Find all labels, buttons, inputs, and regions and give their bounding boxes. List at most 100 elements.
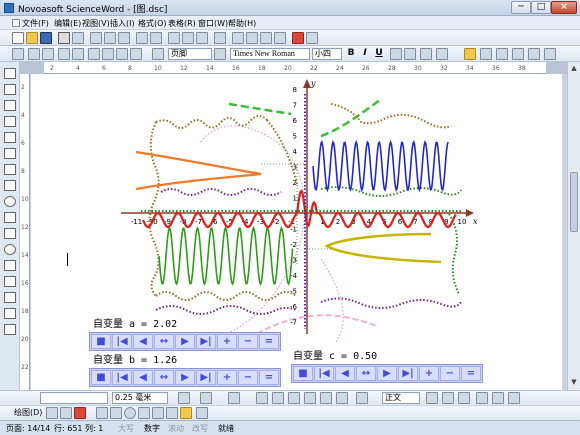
a-bounce-button[interactable]: ↔: [154, 334, 174, 349]
frame-icon[interactable]: [196, 32, 208, 44]
b-increase-button[interactable]: +: [217, 370, 237, 385]
brush-tool-icon[interactable]: [4, 100, 16, 111]
menu-window[interactable]: 窗口(W): [198, 18, 228, 29]
open-folder-icon[interactable]: [26, 32, 38, 44]
border-icon[interactable]: [480, 48, 492, 60]
chart-icon[interactable]: [260, 32, 272, 44]
select-icon[interactable]: [46, 407, 58, 419]
c-bounce-button[interactable]: ↔: [356, 366, 376, 381]
star-tool-icon[interactable]: [4, 292, 16, 303]
outdent-icon[interactable]: [42, 48, 54, 60]
fill-color-icon[interactable]: [180, 407, 192, 419]
circle-draw-icon[interactable]: [124, 407, 136, 419]
page-setup-icon[interactable]: [492, 392, 504, 404]
b-play-button[interactable]: ▶: [175, 370, 195, 385]
subscript-icon[interactable]: [404, 48, 416, 60]
print-icon[interactable]: [58, 32, 70, 44]
ellipse-tool-icon[interactable]: [4, 244, 16, 255]
formula-icon[interactable]: [232, 32, 244, 44]
align-center-icon[interactable]: [102, 48, 114, 60]
italic-button[interactable]: I: [360, 48, 370, 58]
image-draw-icon[interactable]: [166, 407, 178, 419]
rotate-icon[interactable]: [320, 392, 332, 404]
superscript-icon[interactable]: [390, 48, 402, 60]
shadow-icon[interactable]: [196, 407, 208, 419]
textbox-draw-icon[interactable]: [152, 407, 164, 419]
arrow-left-icon[interactable]: [442, 392, 454, 404]
symbol-icon[interactable]: [246, 32, 258, 44]
redo-icon[interactable]: [150, 32, 162, 44]
rotate-tool-icon[interactable]: [60, 407, 72, 419]
circle-tool-icon[interactable]: [4, 196, 16, 207]
indent-icon[interactable]: [28, 48, 40, 60]
font-select[interactable]: Times New Roman: [230, 48, 310, 60]
list-box-icon[interactable]: [528, 48, 540, 60]
flip-icon[interactable]: [336, 392, 348, 404]
c-play-button[interactable]: ▶: [377, 366, 397, 381]
minimize-button[interactable]: ─: [511, 1, 531, 14]
b-back-button[interactable]: ◀: [133, 370, 153, 385]
menu-file[interactable]: 文件(F): [12, 18, 49, 29]
b-stop-button[interactable]: ■: [91, 370, 111, 385]
scroll-up-icon[interactable]: ▲: [570, 64, 578, 72]
align-left-icon[interactable]: [88, 48, 100, 60]
menu-edit[interactable]: 编辑(E): [54, 18, 81, 29]
justify-icon[interactable]: [130, 48, 142, 60]
font-color-icon[interactable]: [420, 48, 432, 60]
dash-tool-icon[interactable]: [4, 148, 16, 159]
polygon-tool-icon[interactable]: [4, 308, 16, 319]
highlight-icon[interactable]: [464, 48, 476, 60]
a-play-button[interactable]: ▶: [175, 334, 195, 349]
pen-color-icon[interactable]: [178, 392, 190, 404]
new-document-icon[interactable]: [12, 32, 24, 44]
export-icon[interactable]: [508, 392, 520, 404]
menu-format[interactable]: 格式(O): [138, 18, 167, 29]
back-icon[interactable]: [304, 392, 316, 404]
a-first-button[interactable]: |◀: [112, 334, 132, 349]
arrow-tool-icon[interactable]: [4, 116, 16, 127]
menu-table[interactable]: 表格(R): [168, 18, 196, 29]
octagon-tool-icon[interactable]: [4, 324, 16, 335]
number-list-icon[interactable]: [58, 48, 70, 60]
close-button[interactable]: ×: [551, 1, 577, 14]
c-increase-button[interactable]: +: [419, 366, 439, 381]
scroll-thumb[interactable]: [570, 172, 578, 232]
arrow-right-icon[interactable]: [426, 392, 438, 404]
char-spacing-icon[interactable]: [436, 48, 448, 60]
polyline-tool-icon[interactable]: [4, 164, 16, 175]
rect-draw-icon[interactable]: [138, 407, 150, 419]
line-tool-icon[interactable]: [4, 68, 16, 79]
diamond-tool-icon[interactable]: [4, 260, 16, 271]
triangle-tool-icon[interactable]: [4, 228, 16, 239]
delete-shape-icon[interactable]: [74, 407, 86, 419]
rect-tool-icon[interactable]: [4, 212, 16, 223]
arrow-draw-icon[interactable]: [110, 407, 122, 419]
curve-tool-icon[interactable]: [4, 180, 16, 191]
box-icon[interactable]: [512, 48, 524, 60]
zoom-icon[interactable]: [214, 32, 226, 44]
fill-icon[interactable]: [200, 392, 212, 404]
c-equal-button[interactable]: =: [461, 366, 481, 381]
menu-view[interactable]: 视图(V): [82, 18, 110, 29]
help-icon[interactable]: [306, 32, 318, 44]
size-select[interactable]: 小四: [312, 48, 342, 60]
save-icon[interactable]: [40, 32, 52, 44]
document-page[interactable]: x y 8 7 6 5 4 3 2 1 -1 -2 -3 -4 -5 -6 -7 -2 -1 1 2 3 4 5 6 7 8 9…: [31, 74, 562, 390]
group-icon[interactable]: [256, 392, 268, 404]
a-last-button[interactable]: ▶|: [196, 334, 216, 349]
line-width-select[interactable]: 0.25 毫米: [112, 392, 168, 404]
c-first-button[interactable]: |◀: [314, 366, 334, 381]
draw-menu-button[interactable]: 绘图(D): [14, 407, 42, 418]
paragraph-icon[interactable]: [12, 48, 24, 60]
merge-icon[interactable]: [458, 392, 470, 404]
bold-button[interactable]: B: [346, 48, 356, 58]
c-stop-button[interactable]: ■: [293, 366, 313, 381]
pen-tool-icon[interactable]: [4, 84, 16, 95]
a-stop-button[interactable]: ■: [91, 334, 111, 349]
line-style-select[interactable]: [40, 392, 108, 404]
bezier-tool-icon[interactable]: [4, 132, 16, 143]
c-back-button[interactable]: ◀: [335, 366, 355, 381]
c-last-button[interactable]: ▶|: [398, 366, 418, 381]
scroll-down-icon[interactable]: ▼: [570, 378, 578, 386]
preview-icon[interactable]: [72, 32, 84, 44]
